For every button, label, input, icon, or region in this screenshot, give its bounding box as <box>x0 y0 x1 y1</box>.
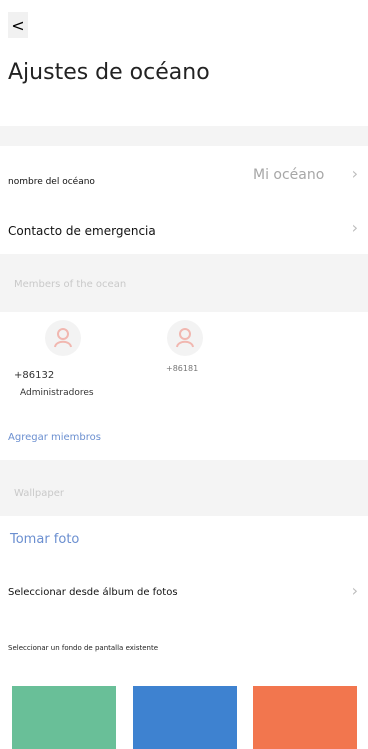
add-members-link[interactable]: Agregar miembros <box>8 432 101 443</box>
ocean-name-label: nombre del océano <box>8 177 95 187</box>
chevron-right-icon: › <box>351 164 358 183</box>
wallpaper-section-title: Wallpaper <box>14 488 65 499</box>
emergency-contact-row[interactable]: Contacto de emergencia › <box>0 212 368 248</box>
take-photo-button[interactable]: Tomar foto <box>10 532 79 547</box>
page-title: Ajustes de océano <box>8 60 210 85</box>
member-phone: +86181 <box>166 364 199 373</box>
chevron-right-icon: › <box>351 581 358 600</box>
user-icon <box>54 328 72 348</box>
photo-album-label: Seleccionar desde álbum de fotos <box>8 587 178 598</box>
section-divider <box>0 126 368 146</box>
wallpaper-tile[interactable] <box>133 686 237 749</box>
avatar <box>45 320 81 356</box>
member-item[interactable] <box>32 320 94 356</box>
members-section-header: Members of the ocean <box>0 254 368 312</box>
ocean-name-value: Mi océano <box>253 167 325 183</box>
member-role-badge: Administradores <box>20 388 94 398</box>
photo-album-row[interactable]: Seleccionar desde álbum de fotos › <box>0 572 368 612</box>
chevron-right-icon: › <box>351 218 358 237</box>
wallpaper-tile[interactable] <box>12 686 116 749</box>
member-phone: +86132 <box>14 370 55 381</box>
emergency-contact-label: Contacto de emergencia <box>8 224 156 238</box>
avatar <box>167 320 203 356</box>
user-icon <box>176 328 194 348</box>
wallpaper-tile[interactable] <box>253 686 357 749</box>
member-item[interactable] <box>154 320 216 356</box>
wallpaper-section-header: Wallpaper <box>0 460 368 516</box>
ocean-name-row[interactable]: nombre del océano Mi océano › <box>0 150 368 196</box>
existing-wallpaper-label: Seleccionar un fondo de pantalla existen… <box>8 644 159 652</box>
members-section-title: Members of the ocean <box>14 279 127 290</box>
back-button[interactable]: < <box>8 12 28 38</box>
